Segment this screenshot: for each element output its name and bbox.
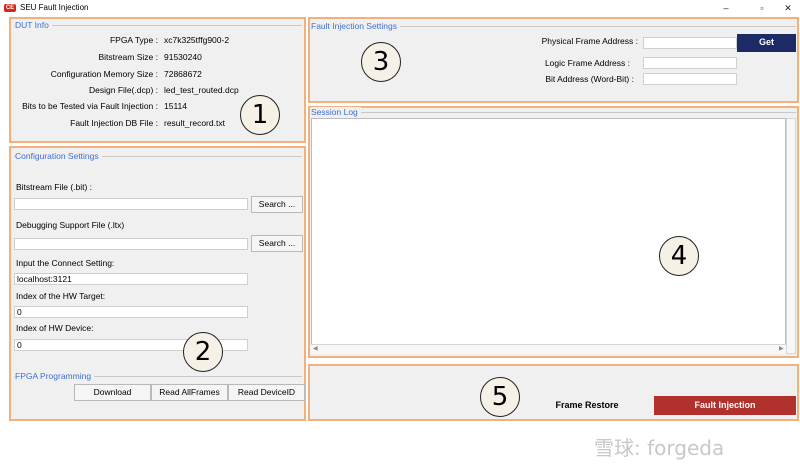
db-file-value: result_record.txt (164, 118, 225, 128)
fpga-type-label: FPGA Type : (109, 35, 158, 45)
config-memory-size-label: Configuration Memory Size : (50, 69, 158, 79)
connect-setting-label: Input the Connect Setting: (16, 258, 115, 268)
session-log-groupline (312, 112, 796, 113)
callout-badge-1: 1 (240, 95, 280, 135)
bitstream-file-label: Bitstream File (.bit) : (16, 182, 93, 192)
fault-settings-title: Fault Injection Settings (311, 21, 400, 31)
frame-restore-button[interactable]: Frame Restore (521, 396, 653, 416)
design-file-label: Design File(.dcp) : (89, 85, 158, 95)
minimize-icon[interactable]: – (716, 2, 736, 14)
get-button[interactable]: Get (737, 34, 796, 52)
maximize-icon[interactable]: ▫ (752, 2, 772, 14)
fault-injection-button[interactable]: Fault Injection (654, 396, 796, 415)
session-log-textarea[interactable] (311, 118, 786, 354)
db-file-label: Fault Injection DB File : (70, 118, 158, 128)
logic-frame-address-label: Logic Frame Address : (544, 58, 630, 68)
scroll-left-icon[interactable]: ◀ (313, 345, 318, 352)
config-memory-size-value: 72868672 (164, 69, 202, 79)
bitstream-size-value: 91530240 (164, 52, 202, 62)
fpga-type-value: xc7k325tffg900-2 (164, 35, 230, 45)
logic-frame-address-input[interactable] (643, 57, 737, 69)
debug-file-label: Debugging Support File (.ltx) (16, 220, 125, 230)
bitstream-size-label: Bitstream Size : (98, 52, 158, 62)
bitstream-search-button[interactable]: Search ... (251, 196, 303, 213)
session-log-vscrollbar[interactable] (786, 118, 796, 354)
callout-badge-4: 4 (659, 236, 699, 276)
app-icon: CE (4, 4, 16, 12)
read-all-frames-button[interactable]: Read AllFrames (151, 384, 228, 401)
debug-search-button[interactable]: Search ... (251, 235, 303, 252)
programming-title: FPGA Programming (15, 371, 95, 381)
physical-frame-address-input[interactable] (643, 37, 737, 49)
download-button[interactable]: Download (74, 384, 151, 401)
scroll-right-icon[interactable]: ▶ (779, 345, 784, 352)
close-icon[interactable]: ✕ (778, 2, 798, 14)
physical-frame-address-label: Physical Frame Address : (541, 36, 638, 46)
hw-device-label: Index of HW Device: (16, 323, 94, 333)
title-bar (0, 0, 800, 16)
hw-target-label: Index of the HW Target: (16, 291, 106, 301)
design-file-value: led_test_routed.dcp (164, 85, 239, 95)
callout-badge-3: 3 (361, 42, 401, 82)
debug-file-input[interactable] (14, 238, 248, 250)
window-title: SEU Fault Injection (20, 3, 89, 12)
bitstream-file-input[interactable] (14, 198, 248, 210)
session-log-title: Session Log (311, 107, 361, 117)
callout-badge-5: 5 (480, 377, 520, 417)
bits-to-test-label: Bits to be Tested via Fault Injection : (22, 101, 158, 111)
bit-address-input[interactable] (643, 73, 737, 85)
dut-info-groupline (14, 25, 302, 26)
session-log-hscrollbar[interactable] (311, 344, 786, 354)
bit-address-label: Bit Address (Word-Bit) : (545, 74, 634, 84)
watermark: 雪球: forgeda (594, 436, 725, 460)
bits-to-test-value: 15114 (164, 101, 188, 111)
read-device-id-button[interactable]: Read DeviceID (228, 384, 305, 401)
callout-badge-2: 2 (183, 332, 223, 372)
connect-setting-input[interactable]: localhost:3121 (14, 273, 248, 285)
dut-info-title: DUT Info (15, 20, 52, 30)
config-title: Configuration Settings (15, 151, 102, 161)
hw-target-input[interactable]: 0 (14, 306, 248, 318)
